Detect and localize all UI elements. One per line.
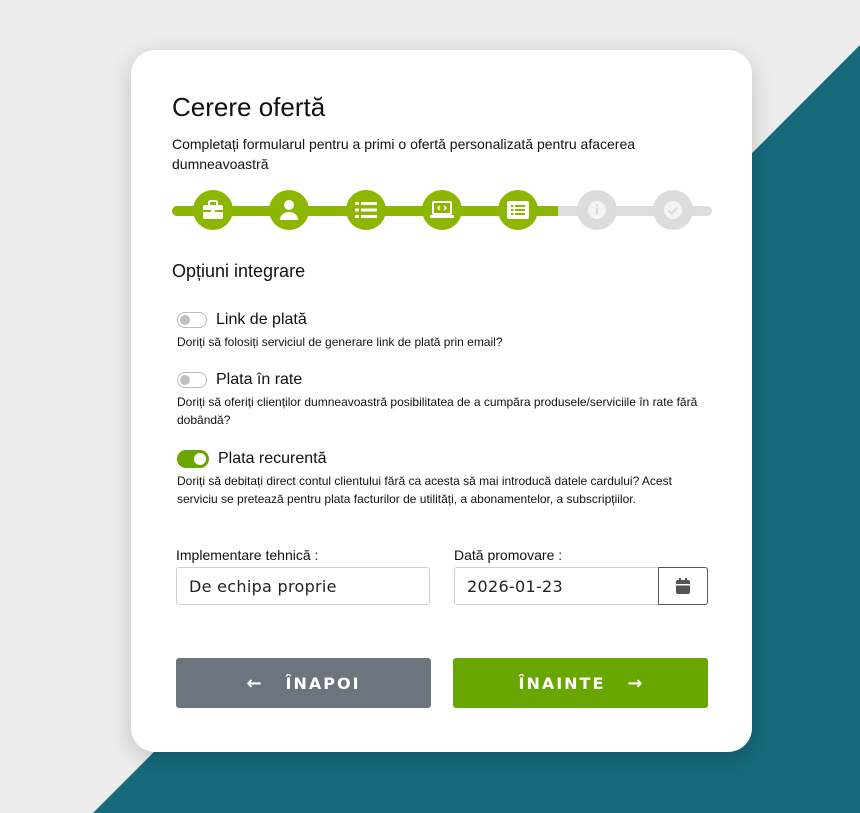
option-description: Doriți să folosiți serviciul de generare… <box>177 335 503 349</box>
option-label: Plata recurentă <box>218 450 327 467</box>
option-installments: Plata în rate Doriți să oferiți cliențil… <box>177 369 707 429</box>
progress-stepper <box>172 190 712 232</box>
implementation-label: Implementare tehnică : <box>176 547 319 563</box>
recurring-payment-toggle[interactable] <box>177 450 209 468</box>
promo-date-input[interactable]: 2026-01-23 <box>454 567 659 605</box>
list-alt-icon <box>507 201 529 219</box>
option-payment-link: Link de plată Doriți să folosiți servici… <box>177 309 707 351</box>
section-title: Opțiuni integrare <box>172 261 306 281</box>
step-contact[interactable] <box>269 190 309 230</box>
option-description: Doriți să oferiți clienților dumneavoast… <box>177 395 698 427</box>
offer-request-card: Cerere ofertă Completați formularul pent… <box>131 50 752 752</box>
option-label: Plata în rate <box>216 371 303 388</box>
promo-date-label: Dată promovare : <box>454 547 563 563</box>
page-subtitle: Completați formularul pentru a primi o o… <box>172 136 636 172</box>
option-recurring: Plata recurentă Doriți să debitați direc… <box>177 448 707 508</box>
step-confirm[interactable] <box>653 190 693 230</box>
user-icon <box>280 200 298 220</box>
step-info[interactable] <box>577 190 617 230</box>
payment-link-toggle[interactable] <box>177 312 207 328</box>
step-integration[interactable] <box>498 190 538 230</box>
option-label: Link de plată <box>216 311 307 328</box>
back-button[interactable]: ← ÎNAPOI <box>176 658 431 708</box>
step-details[interactable] <box>346 190 386 230</box>
next-button[interactable]: ÎNAINTE → <box>453 658 708 708</box>
page-title: Cerere ofertă <box>172 92 326 122</box>
info-icon <box>588 201 606 219</box>
calendar-icon <box>676 578 690 594</box>
option-description: Doriți să debitați direct contul clientu… <box>177 474 672 506</box>
back-button-label: ÎNAPOI <box>285 673 361 693</box>
implementation-field[interactable]: De echipa proprie <box>176 567 430 605</box>
arrow-right-icon: → <box>627 672 643 694</box>
next-button-label: ÎNAINTE <box>518 673 606 693</box>
step-technical[interactable] <box>422 190 462 230</box>
briefcase-icon <box>203 200 223 219</box>
check-icon <box>664 201 682 219</box>
laptop-code-icon <box>430 201 454 218</box>
arrow-left-icon: ← <box>246 672 262 694</box>
step-company[interactable] <box>193 190 233 230</box>
installments-toggle[interactable] <box>177 372 207 388</box>
calendar-button[interactable] <box>658 567 708 605</box>
list-icon <box>355 202 377 218</box>
